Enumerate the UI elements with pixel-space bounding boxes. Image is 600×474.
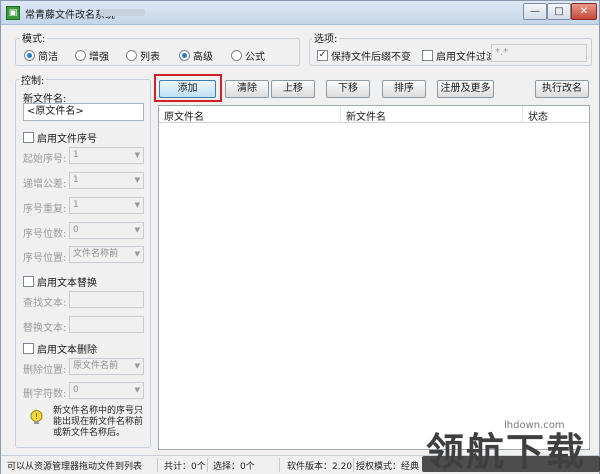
new-name-input[interactable]: <原文件名> [23, 103, 144, 121]
chevron-down-icon: ▼ [134, 250, 140, 258]
filter-input[interactable]: *.* [491, 44, 587, 62]
close-button[interactable]: ✕ [571, 3, 597, 20]
replace-text-input[interactable] [69, 316, 144, 333]
options-group-label: 选项: [312, 30, 340, 45]
enable-filter-checkbox[interactable]: 启用文件过滤 [422, 48, 496, 63]
add-button[interactable]: 添加 [159, 80, 216, 98]
enable-replace-checkbox[interactable]: 启用文本替换 [23, 274, 97, 289]
mode-radio-enhanced[interactable]: 增强 [75, 48, 109, 63]
status-divider [207, 458, 208, 472]
status-divider [157, 458, 158, 472]
maximize-button[interactable]: □ [547, 3, 571, 20]
main-window: ▣ 常青藤文件改名系统 — □ ✕ 模式: 简洁 增强 列表 高级 公式 选项:… [0, 0, 600, 474]
mode-radio-formula[interactable]: 公式 [231, 48, 265, 63]
minimize-button[interactable]: — [523, 3, 547, 20]
delete-position-label: 删除位置: [23, 365, 67, 376]
move-up-button[interactable]: 上移 [271, 80, 315, 98]
sequence-repeat-combo[interactable]: 1 ▼ [69, 197, 144, 214]
sequence-digits-label: 序号位数: [23, 229, 67, 240]
find-text-input[interactable] [69, 291, 144, 308]
checkbox-icon [23, 276, 34, 287]
sequence-hint-text: 新文件名称中的序号只能出现在新文件名称前或新文件名称后。 [53, 406, 144, 438]
control-group-label: 控制: [19, 72, 47, 87]
delete-count-combo[interactable]: 0 ▼ [69, 382, 144, 399]
radio-icon [75, 50, 86, 61]
start-number-label: 起始序号: [23, 154, 67, 165]
column-original-name[interactable]: 原文件名 [164, 108, 204, 123]
title-bar[interactable]: ▣ 常青藤文件改名系统 — □ ✕ [1, 1, 599, 25]
delete-position-combo[interactable]: 原文件名前 ▼ [69, 358, 144, 375]
chevron-down-icon: ▼ [134, 151, 140, 159]
file-list[interactable]: 原文件名 新文件名 状态 [158, 105, 590, 450]
sequence-position-combo[interactable]: 文件名称前 ▼ [69, 246, 144, 263]
move-down-button[interactable]: 下移 [326, 80, 370, 98]
sequence-position-label: 序号位置: [23, 253, 67, 264]
mode-radio-simple[interactable]: 简洁 [24, 48, 58, 63]
status-license: 授权模式：经典 [356, 462, 420, 472]
sequence-repeat-label: 序号重复: [23, 204, 67, 215]
status-selected-count: 选择：0个 [213, 462, 255, 472]
execute-rename-button[interactable]: 执行改名 [535, 80, 589, 98]
increment-label: 递增公差: [23, 179, 67, 190]
title-blurred-region [99, 9, 145, 16]
status-version: 软件版本：2.20 [287, 462, 353, 472]
column-divider [522, 106, 523, 122]
checkbox-icon [23, 132, 34, 143]
increment-combo[interactable]: 1 ▼ [69, 172, 144, 189]
chevron-down-icon: ▼ [134, 176, 140, 184]
watermark-text: 领航下载 [426, 430, 587, 474]
checkbox-icon [422, 50, 433, 61]
status-drag-hint: 可以从资源管理器拖动文件到列表 [7, 462, 143, 472]
app-icon: ▣ [6, 6, 20, 20]
sort-button[interactable]: 排序 [382, 80, 426, 98]
start-number-combo[interactable]: 1 ▼ [69, 147, 144, 164]
column-new-name[interactable]: 新文件名 [346, 108, 386, 123]
enable-delete-checkbox[interactable]: 启用文本删除 [23, 341, 97, 356]
mode-radio-list[interactable]: 列表 [126, 48, 160, 63]
lightbulb-icon: ! [30, 410, 43, 424]
status-divider [279, 458, 280, 472]
chevron-down-icon: ▼ [134, 362, 140, 370]
replace-text-label: 替换文本: [23, 323, 67, 334]
status-divider [353, 458, 354, 472]
keep-extension-checkbox[interactable]: ✓ 保持文件后缀不变 [317, 48, 411, 63]
mode-radio-advanced[interactable]: 高级 [179, 48, 213, 63]
chevron-down-icon: ▼ [134, 386, 140, 394]
radio-icon [126, 50, 137, 61]
chevron-down-icon: ▼ [134, 201, 140, 209]
find-text-label: 查找文本: [23, 298, 67, 309]
sequence-digits-combo[interactable]: 0 ▼ [69, 222, 144, 239]
radio-icon [231, 50, 242, 61]
radio-selected-icon [24, 50, 35, 61]
status-total-count: 共计：0个 [164, 462, 206, 472]
file-list-header: 原文件名 新文件名 状态 [159, 106, 589, 123]
column-status[interactable]: 状态 [528, 108, 548, 123]
register-more-button[interactable]: 注册及更多 [437, 80, 494, 98]
column-divider [340, 106, 341, 122]
svg-text:!: ! [35, 412, 38, 421]
delete-count-label: 删字符数: [23, 389, 67, 400]
chevron-down-icon: ▼ [134, 226, 140, 234]
enable-sequence-checkbox[interactable]: 启用文件序号 [23, 130, 97, 145]
checkbox-checked-icon: ✓ [317, 50, 328, 61]
radio-selected-icon [179, 50, 190, 61]
mode-group-label: 模式: [20, 30, 48, 45]
clear-button[interactable]: 清除 [225, 80, 269, 98]
checkbox-icon [23, 343, 34, 354]
